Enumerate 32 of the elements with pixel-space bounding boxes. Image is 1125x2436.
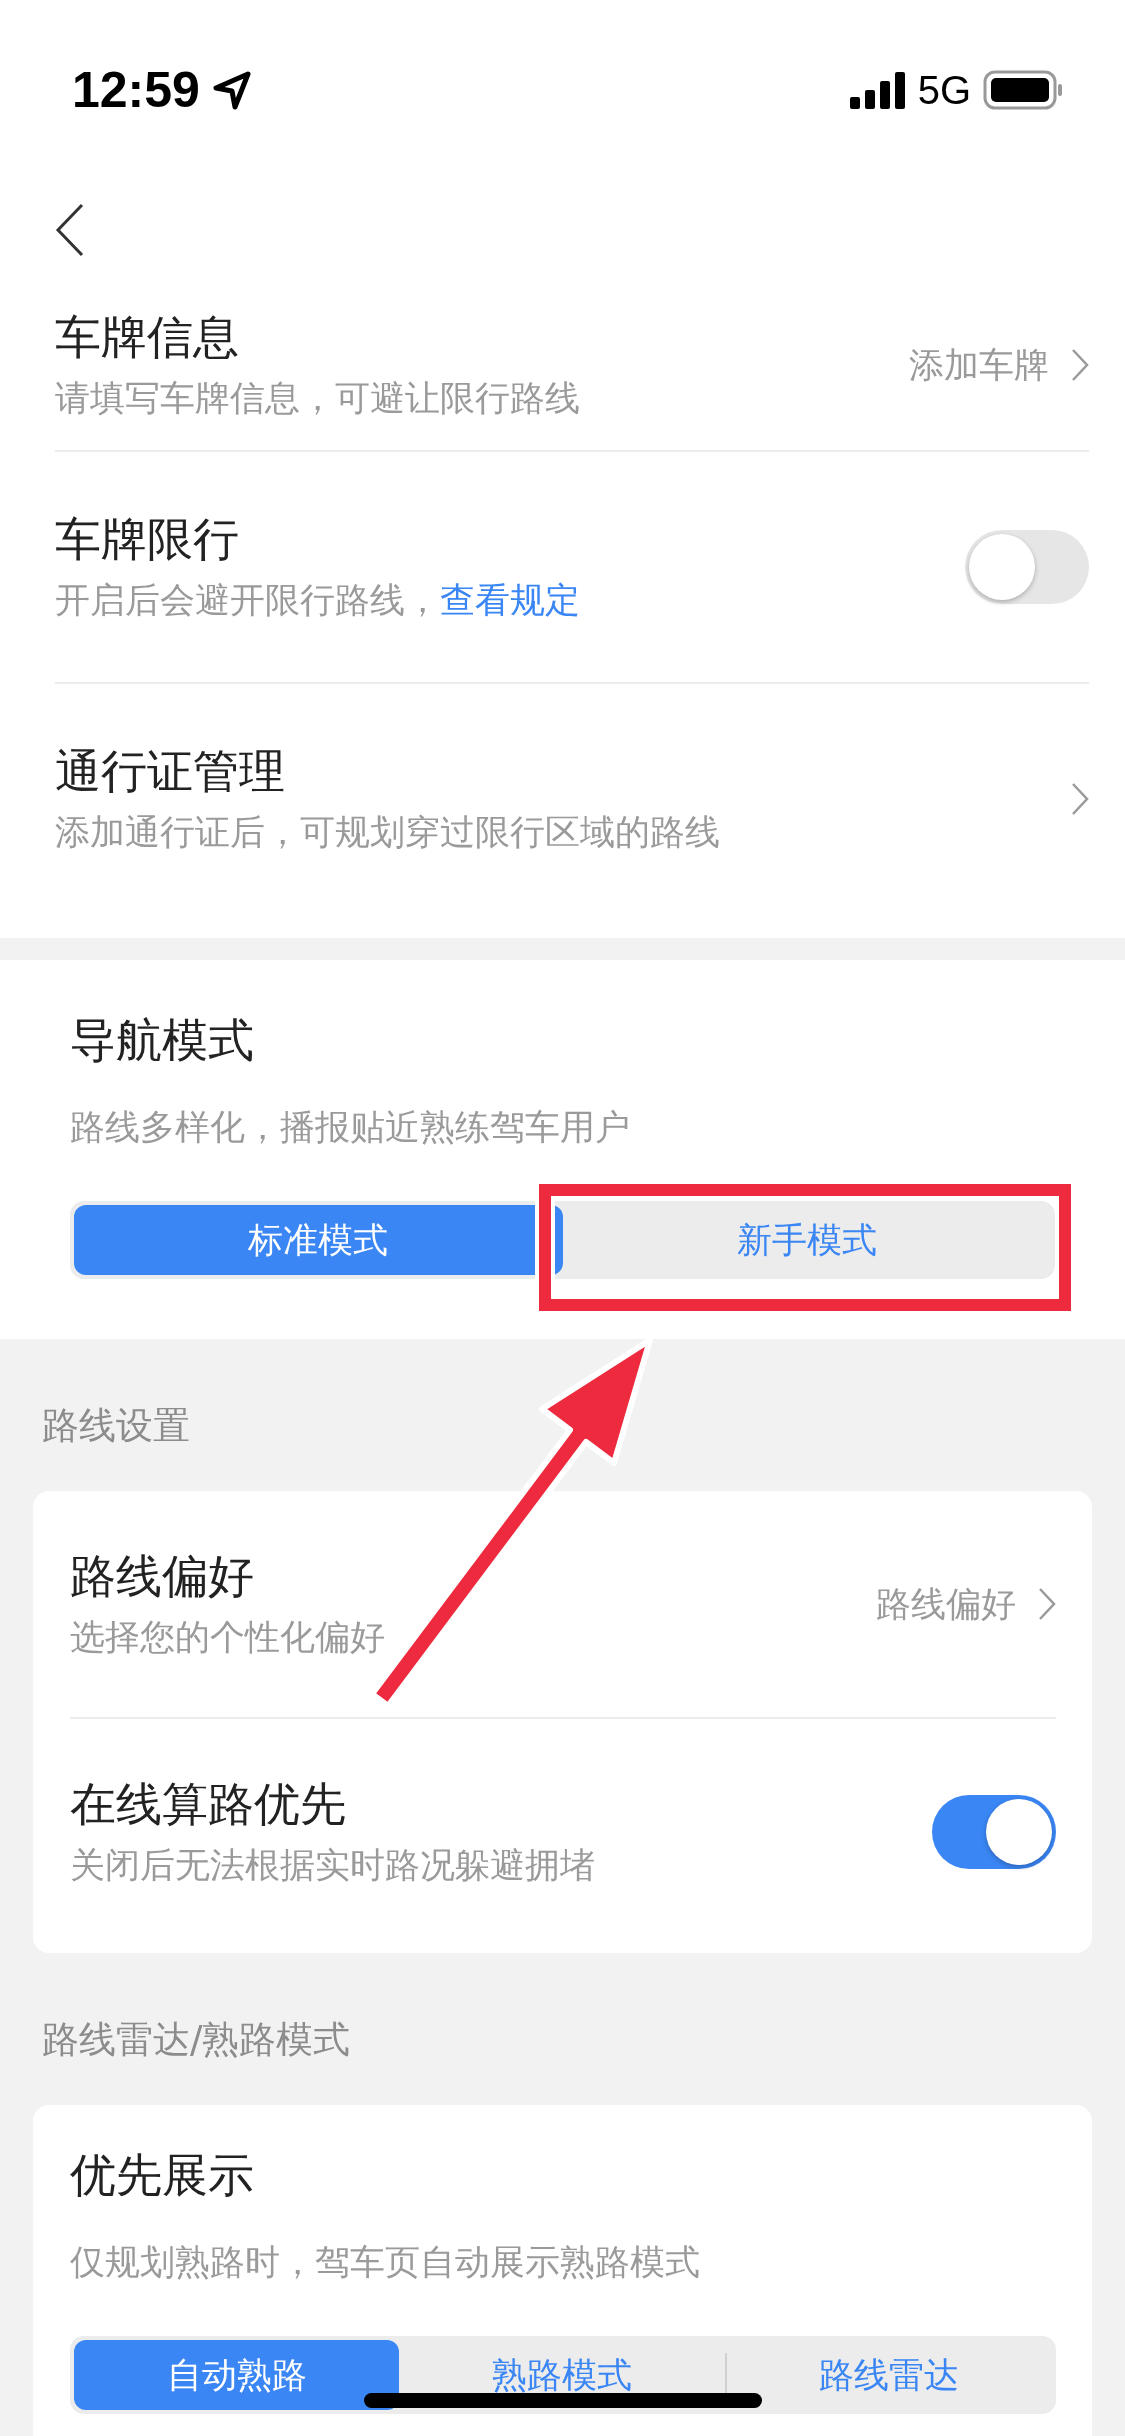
setting-title: 路线偏好 [70,1549,255,1603]
setting-description: 关闭后无法根据实时路况躲避拥堵 [70,1844,596,1887]
chevron-right-icon [1038,1587,1056,1621]
section-description: 仅规划熟路时，驾车页自动展示熟路模式 [70,2241,701,2284]
location-arrow-icon [211,70,252,110]
mode-option[interactable]: 自动熟路 [74,2340,400,2410]
group-heading: 路线雷达/熟路模式 [41,2017,352,2063]
section-title: 导航模式 [70,1012,255,1069]
setting-description: 选择您的个性化偏好 [70,1616,386,1659]
chevron-right-icon [1071,348,1089,382]
setting-description: 请填写车牌信息，可避让限行路线 [55,377,581,420]
mode-option[interactable]: 标准模式 [74,1205,563,1275]
setting-value[interactable]: 路线偏好 [876,1580,1016,1628]
clock-time: 12:59 [72,61,200,119]
section-description: 路线多样化，播报贴近熟练驾车用户 [70,1106,631,1149]
setting-description: 开启后会避开限行路线，查看规定 [55,579,581,622]
battery-icon [983,70,1063,110]
section-title: 优先展示 [70,2147,255,2204]
setting-title: 在线算路优先 [70,1777,347,1831]
mode-option[interactable]: 路线雷达 [726,2340,1052,2410]
network-label: 5G [917,67,971,113]
setting-title: 车牌信息 [55,310,240,364]
group-heading: 路线设置 [41,1403,191,1449]
setting-title: 车牌限行 [55,512,240,566]
signal-icon [849,71,906,109]
mode-option[interactable]: 熟路模式 [399,2340,725,2410]
setting-value[interactable]: 添加车牌 [909,341,1049,389]
setting-title: 通行证管理 [55,744,286,798]
chevron-right-icon [1071,782,1089,816]
back-icon[interactable] [55,203,85,257]
view-rules-link[interactable]: 查看规定 [440,580,580,621]
setting-description: 添加通行证后，可规划穿过限行区域的路线 [55,811,721,854]
